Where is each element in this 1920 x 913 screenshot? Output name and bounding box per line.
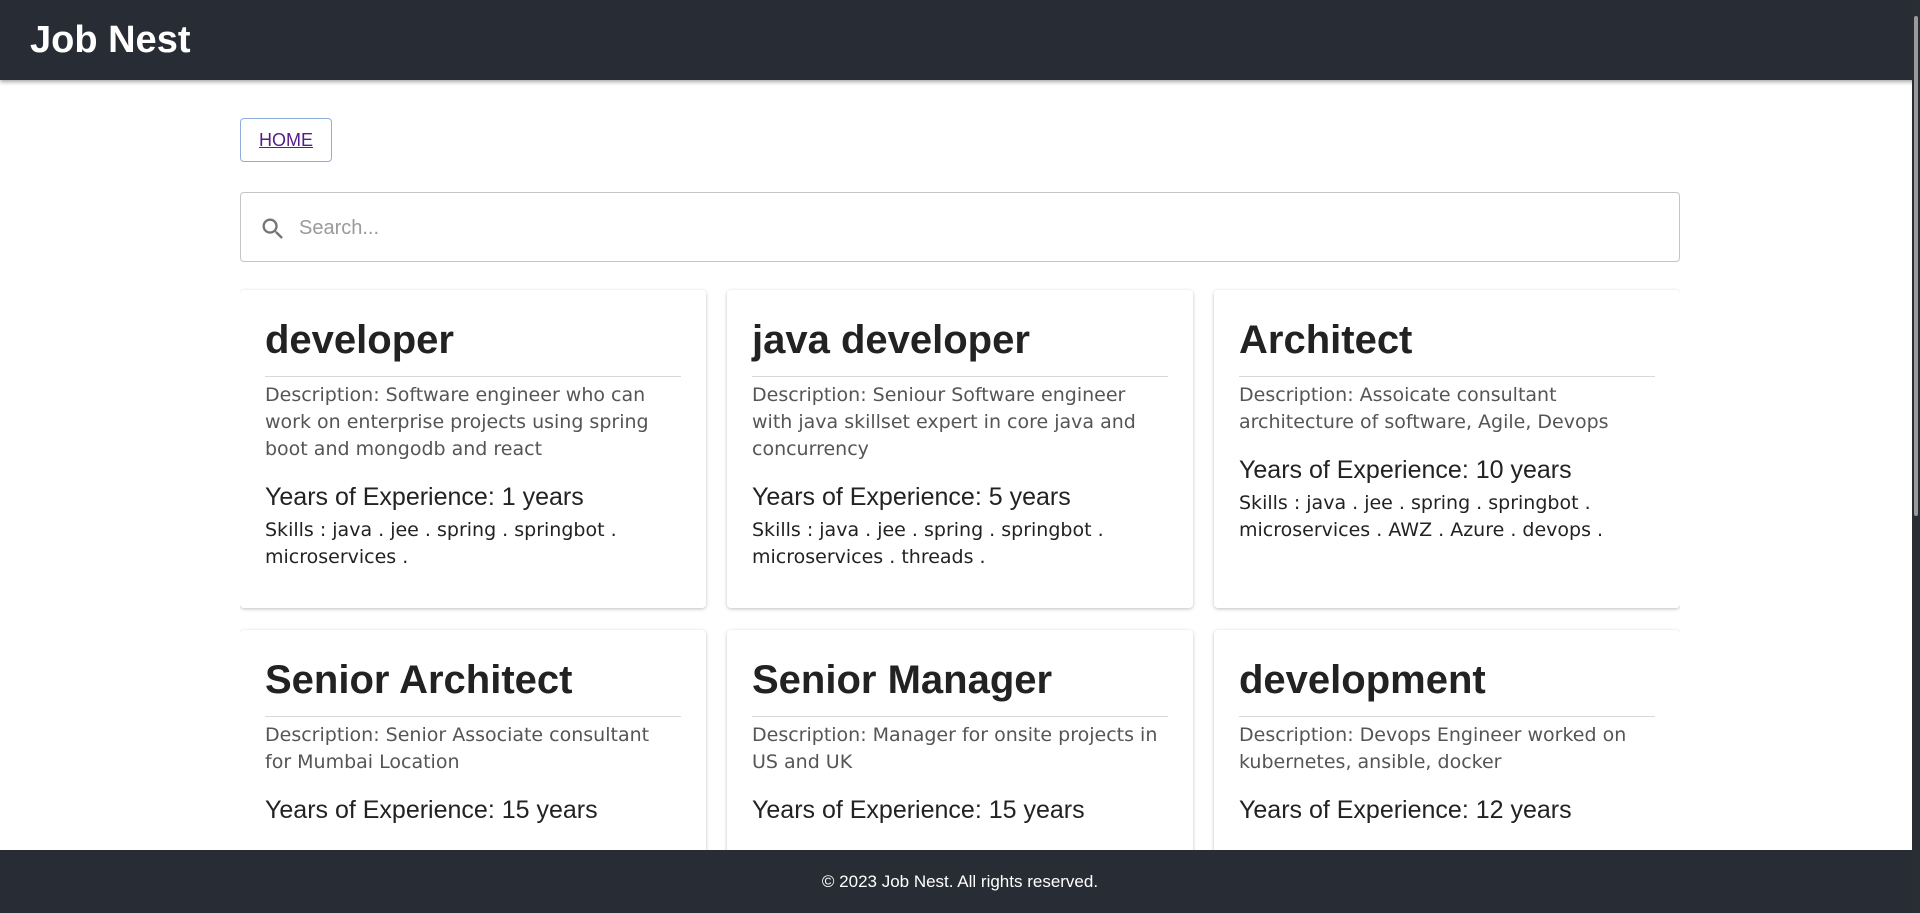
job-title: Senior Manager <box>752 656 1168 717</box>
job-experience: Years of Experience: 1 years <box>265 483 584 511</box>
job-title: development <box>1239 656 1655 717</box>
job-card[interactable]: Senior Architect Description: Senior Ass… <box>240 630 706 850</box>
job-experience: Years of Experience: 15 years <box>752 796 1085 824</box>
app-footer: © 2023 Job Nest. All rights reserved. <box>0 850 1920 913</box>
job-experience: Years of Experience: 12 years <box>1239 796 1572 824</box>
job-description: Description: Manager for onsite projects… <box>752 724 1158 773</box>
job-title: java developer <box>752 316 1168 377</box>
job-skills: Skills : java . jee . spring . springbot… <box>1239 492 1604 541</box>
job-description: Description: Seniour Software engineer w… <box>752 384 1136 460</box>
page-scrollbar[interactable] <box>1912 0 1920 913</box>
job-title: developer <box>265 316 681 377</box>
job-card[interactable]: developer Description: Software engineer… <box>240 290 706 608</box>
copyright-text: © 2023 Job Nest. All rights reserved. <box>821 872 1099 891</box>
job-description: Description: Software engineer who can w… <box>265 384 649 460</box>
job-experience: Years of Experience: 15 years <box>265 796 598 824</box>
job-description: Description: Assoicate consultant archit… <box>1239 384 1609 433</box>
job-card[interactable]: java developer Description: Seniour Soft… <box>727 290 1193 608</box>
search-input[interactable] <box>297 193 1661 263</box>
job-title: Senior Architect <box>265 656 681 717</box>
job-experience: Years of Experience: 5 years <box>752 483 1071 511</box>
search-icon <box>262 218 283 239</box>
home-link[interactable]: HOME <box>259 130 313 151</box>
job-card[interactable]: Senior Manager Description: Manager for … <box>727 630 1193 850</box>
job-skills: Skills : java . jee . spring . springbot… <box>752 519 1104 568</box>
app-header: Job Nest <box>0 0 1920 80</box>
job-card[interactable]: development Description: Devops Engineer… <box>1214 630 1680 850</box>
job-description: Description: Devops Engineer worked on k… <box>1239 724 1627 773</box>
search-box[interactable] <box>240 192 1680 263</box>
home-button[interactable]: HOME <box>240 118 332 162</box>
job-card[interactable]: Architect Description: Assoicate consult… <box>1214 290 1680 608</box>
job-skills: Skills : java . jee . spring . springbot… <box>265 519 617 568</box>
job-description: Description: Senior Associate consultant… <box>265 724 650 773</box>
job-card-grid: developer Description: Software engineer… <box>240 290 1680 850</box>
main-content: HOME developer Description: Software eng… <box>240 80 1680 850</box>
scrollbar-thumb[interactable] <box>1914 16 1918 516</box>
job-experience: Years of Experience: 10 years <box>1239 456 1572 484</box>
app-title: Job Nest <box>30 19 191 61</box>
job-title: Architect <box>1239 316 1655 377</box>
